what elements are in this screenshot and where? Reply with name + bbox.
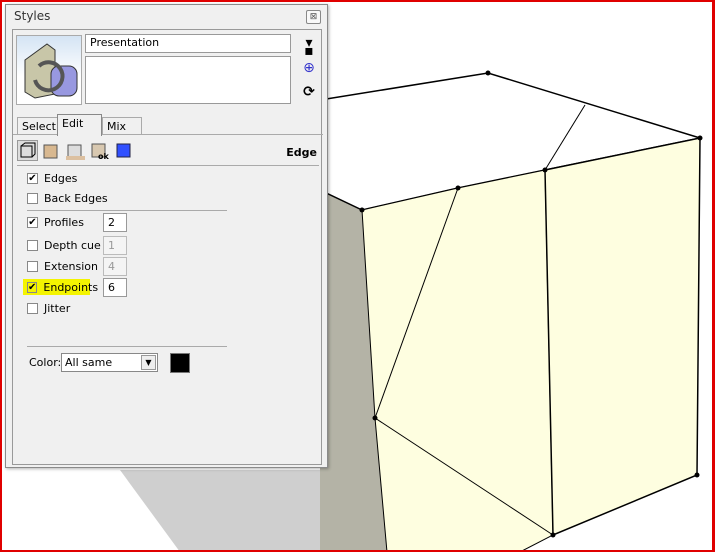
depth-cue-input[interactable]: 1: [103, 236, 127, 255]
background-settings-icon[interactable]: [65, 140, 86, 161]
svg-text:ok: ok: [98, 152, 109, 160]
profiles-width-input[interactable]: 2: [103, 213, 127, 232]
face-settings-icon[interactable]: [41, 140, 62, 161]
jitter-checkbox[interactable]: Jitter: [27, 300, 70, 316]
tab-mix[interactable]: Mix: [102, 117, 142, 135]
create-style-icon[interactable]: ▾ ▪: [300, 35, 318, 59]
edge-settings-icon[interactable]: [17, 140, 38, 161]
styles-panel: Styles ⊠ Presentation ▾ ▪ ⊕ ⟳ Select Edit…: [5, 4, 328, 468]
tab-edit[interactable]: Edit: [57, 114, 102, 136]
profiles-checkbox[interactable]: ✔ Profiles: [27, 214, 84, 230]
update-style-icon[interactable]: ⊕: [300, 60, 318, 78]
extension-input[interactable]: 4: [103, 257, 127, 276]
watermark-settings-icon[interactable]: ok: [89, 140, 110, 161]
edges-checkbox[interactable]: ✔ Edges: [27, 170, 77, 186]
extension-checkbox[interactable]: Extension: [27, 258, 98, 274]
panel-title: Styles: [14, 9, 51, 23]
style-thumbnail[interactable]: [16, 35, 82, 105]
tab-select[interactable]: Select: [17, 117, 59, 135]
refresh-icon[interactable]: ⟳: [300, 84, 318, 102]
modeling-settings-icon[interactable]: [113, 140, 134, 161]
edge-color-swatch[interactable]: [170, 353, 190, 373]
endpoints-checkbox[interactable]: ✔ Endpoints: [23, 279, 98, 295]
style-description-input[interactable]: [85, 56, 291, 104]
close-button[interactable]: ⊠: [306, 10, 321, 24]
depth-cue-checkbox[interactable]: Depth cue: [27, 237, 101, 253]
style-name-input[interactable]: Presentation: [85, 34, 291, 53]
section-label: Edge: [286, 146, 317, 159]
back-edges-checkbox[interactable]: Back Edges: [27, 190, 108, 206]
color-mode-select[interactable]: All same ▼: [61, 353, 158, 372]
color-label: Color:: [29, 356, 62, 369]
chevron-down-icon[interactable]: ▼: [141, 355, 156, 370]
endpoints-input[interactable]: 6: [103, 278, 127, 297]
